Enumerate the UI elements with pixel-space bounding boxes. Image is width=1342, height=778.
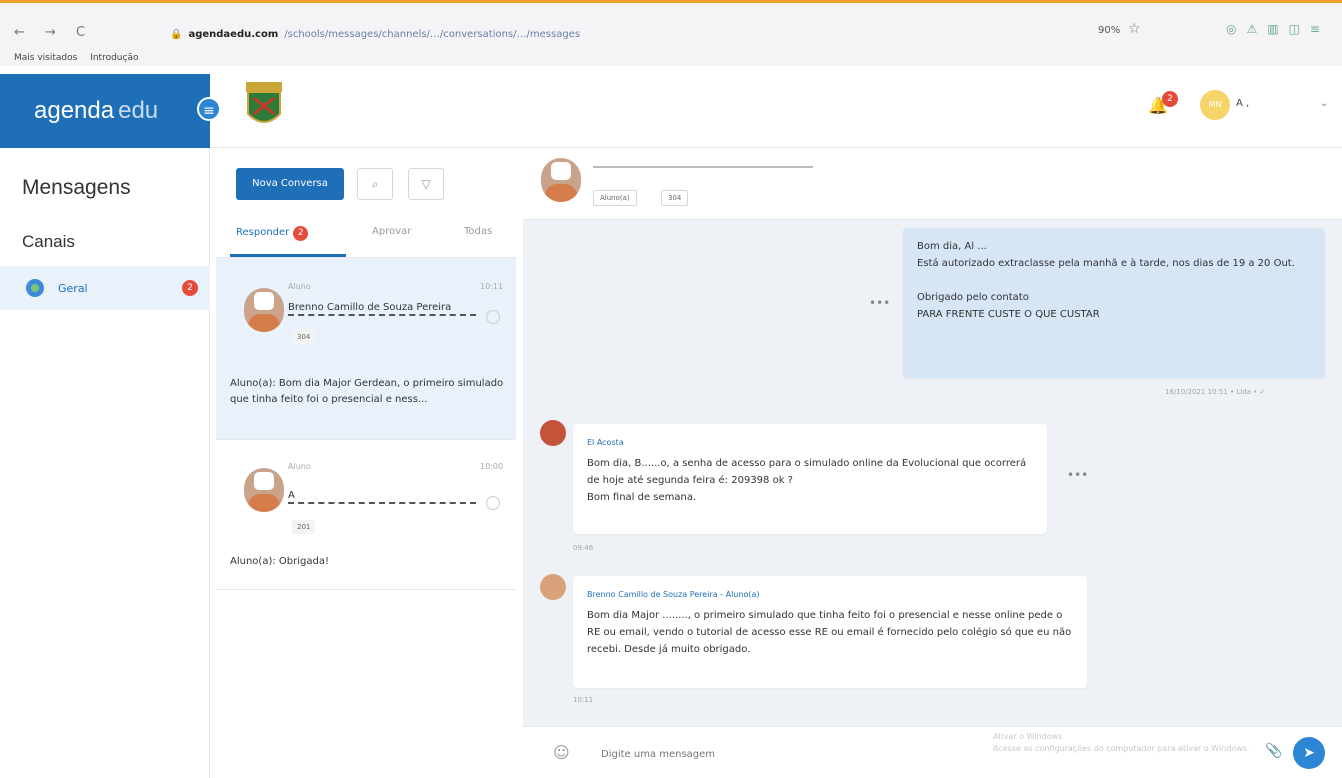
tab-responder[interactable]: Responder 2 [236, 226, 309, 241]
chat-panel: Aluno(a) 304 ••• Bom dia, Al ... Está au… [523, 148, 1342, 778]
search-icon[interactable]: ⌕ [357, 168, 393, 200]
message-timestamp: 16/10/2021 10:51 • Lida • ✓ [1165, 388, 1266, 396]
attach-icon[interactable]: 📎 [1265, 743, 1282, 759]
avatar [244, 468, 284, 512]
list-item[interactable]: Aluno 10:00 A 201 Aluno(a): Obrigada! [216, 440, 516, 590]
active-tab-indicator [230, 254, 346, 257]
channels-heading: Canais [22, 232, 75, 251]
conversation-role: Aluno [288, 282, 311, 291]
chat-class-tag: 304 [661, 190, 689, 206]
message-incoming: El Acosta Bom dia, B......o, a senha de … [573, 424, 1047, 534]
message-line [917, 272, 1311, 289]
menu-toggle-icon[interactable]: ≡ [197, 97, 221, 121]
globe-icon [26, 279, 44, 297]
message-options-icon[interactable]: ••• [1067, 468, 1088, 482]
conversation-list: Nova Conversa ⌕ ▽ Responder 2 Aprovar Tod… [216, 148, 516, 778]
channel-label: Geral [58, 281, 88, 295]
watermark-line-2: Acesse as configurações do computador pa… [993, 744, 1250, 753]
extension-icons[interactable]: ◎⚠▥◫≡ [1226, 22, 1330, 36]
watermark-line-1: Ativar o Windows [993, 732, 1063, 741]
page-title: Mensagens [22, 176, 131, 199]
new-conversation-button[interactable]: Nova Conversa [236, 168, 344, 200]
message-timestamp: 09:46 [573, 544, 594, 552]
conversation-time: 10:00 [480, 462, 504, 471]
message-author: Brenno Camillo de Souza Pereira - Aluno(… [587, 590, 760, 599]
conversation-name: Brenno Camillo de Souza Pereira [288, 302, 476, 316]
zoom-level[interactable]: 90% [1098, 25, 1120, 36]
avatar [540, 420, 566, 446]
emoji-icon[interactable]: ☺ [553, 743, 570, 762]
logo-main: agenda [34, 97, 115, 124]
chat-contact-name [593, 166, 813, 168]
bookmark-introducao[interactable]: Introdução [90, 53, 138, 63]
bookmarks-bar: Mais visitados Introdução [14, 53, 148, 63]
tab-badge: 2 [293, 226, 309, 241]
conversation-name: A [288, 490, 476, 504]
url-host: agendaedu.com [188, 28, 279, 40]
read-status-icon[interactable] [486, 496, 500, 510]
chat-header: Aluno(a) 304 [523, 148, 1342, 220]
read-status-icon[interactable] [486, 310, 500, 324]
message-line: Bom dia Major ........, o primeiro simul… [587, 610, 1072, 655]
conversation-tabs: Responder 2 Aprovar Todas [216, 218, 516, 258]
conversation-preview: Aluno(a): Bom dia Major Gerdean, o prime… [230, 378, 504, 405]
message-author: El Acosta [587, 438, 624, 447]
channel-badge: 2 [182, 280, 198, 296]
chevron-down-icon[interactable]: ⌄ [1320, 98, 1328, 109]
windows-activation-watermark: Ativar o Windows Acesse as configurações… [993, 731, 1249, 755]
tab-todas[interactable]: Todas [464, 226, 492, 237]
sidebar: Mensagens Canais Geral 2 [0, 148, 210, 778]
address-bar[interactable]: 🔒 agendaedu.com /schools/messages/channe… [170, 21, 1210, 47]
tab-aprovar[interactable]: Aprovar [372, 226, 411, 237]
tab-label: Responder [236, 227, 290, 238]
browser-nav-buttons[interactable]: ← → C [14, 25, 93, 40]
conversation-role: Aluno [288, 462, 311, 471]
chat-role-tag: Aluno(a) [593, 190, 637, 206]
message-line: Bom dia, B......o, a senha de acesso par… [587, 458, 1027, 486]
message-incoming: Brenno Camillo de Souza Pereira - Aluno(… [573, 576, 1087, 688]
send-icon[interactable]: ➤ [1293, 737, 1325, 769]
avatar [541, 158, 581, 202]
class-tag: 201 [292, 520, 316, 534]
logo-sub: edu [118, 97, 159, 124]
message-line: Bom final de semana. [587, 492, 697, 503]
bookmark-star-icon[interactable]: ☆ [1128, 21, 1141, 37]
avatar[interactable]: MN [1200, 90, 1230, 120]
sidebar-item-geral[interactable]: Geral 2 [0, 266, 210, 310]
conversation-preview: Aluno(a): Obrigada! [230, 556, 329, 567]
message-composer: ☺ Ativar o Windows Acesse as configuraçõ… [523, 726, 1342, 778]
message-line: Obrigado pelo contato [917, 292, 1029, 303]
message-line: Bom dia, Al ... [917, 241, 987, 252]
list-item[interactable]: Aluno 10:11 Brenno Camillo de Souza Pere… [216, 258, 516, 440]
conversation-time: 10:11 [480, 282, 504, 291]
message-timestamp: 10:11 [573, 696, 594, 704]
agendaedu-logo[interactable]: agenda edu [0, 74, 210, 148]
avatar [540, 574, 566, 600]
message-outgoing: Bom dia, Al ... Está autorizado extracla… [903, 228, 1325, 378]
avatar [244, 288, 284, 332]
message-options-icon[interactable]: ••• [869, 296, 890, 310]
url-path: /schools/messages/channels/…/conversatio… [284, 28, 581, 40]
notifications-badge: 2 [1162, 91, 1178, 107]
filter-icon[interactable]: ▽ [408, 168, 444, 200]
bookmark-mais-visitados[interactable]: Mais visitados [14, 53, 77, 63]
school-crest-icon [246, 82, 282, 123]
browser-toolbar: ← → C 🔒 agendaedu.com /schools/messages/… [0, 0, 1342, 66]
message-line: PARA FRENTE CUSTE O QUE CUSTAR [917, 309, 1100, 320]
class-tag: 304 [292, 330, 316, 344]
message-line: Está autorizado extraclasse pela manhã e… [917, 258, 1295, 269]
lock-icon: 🔒 [170, 28, 183, 40]
